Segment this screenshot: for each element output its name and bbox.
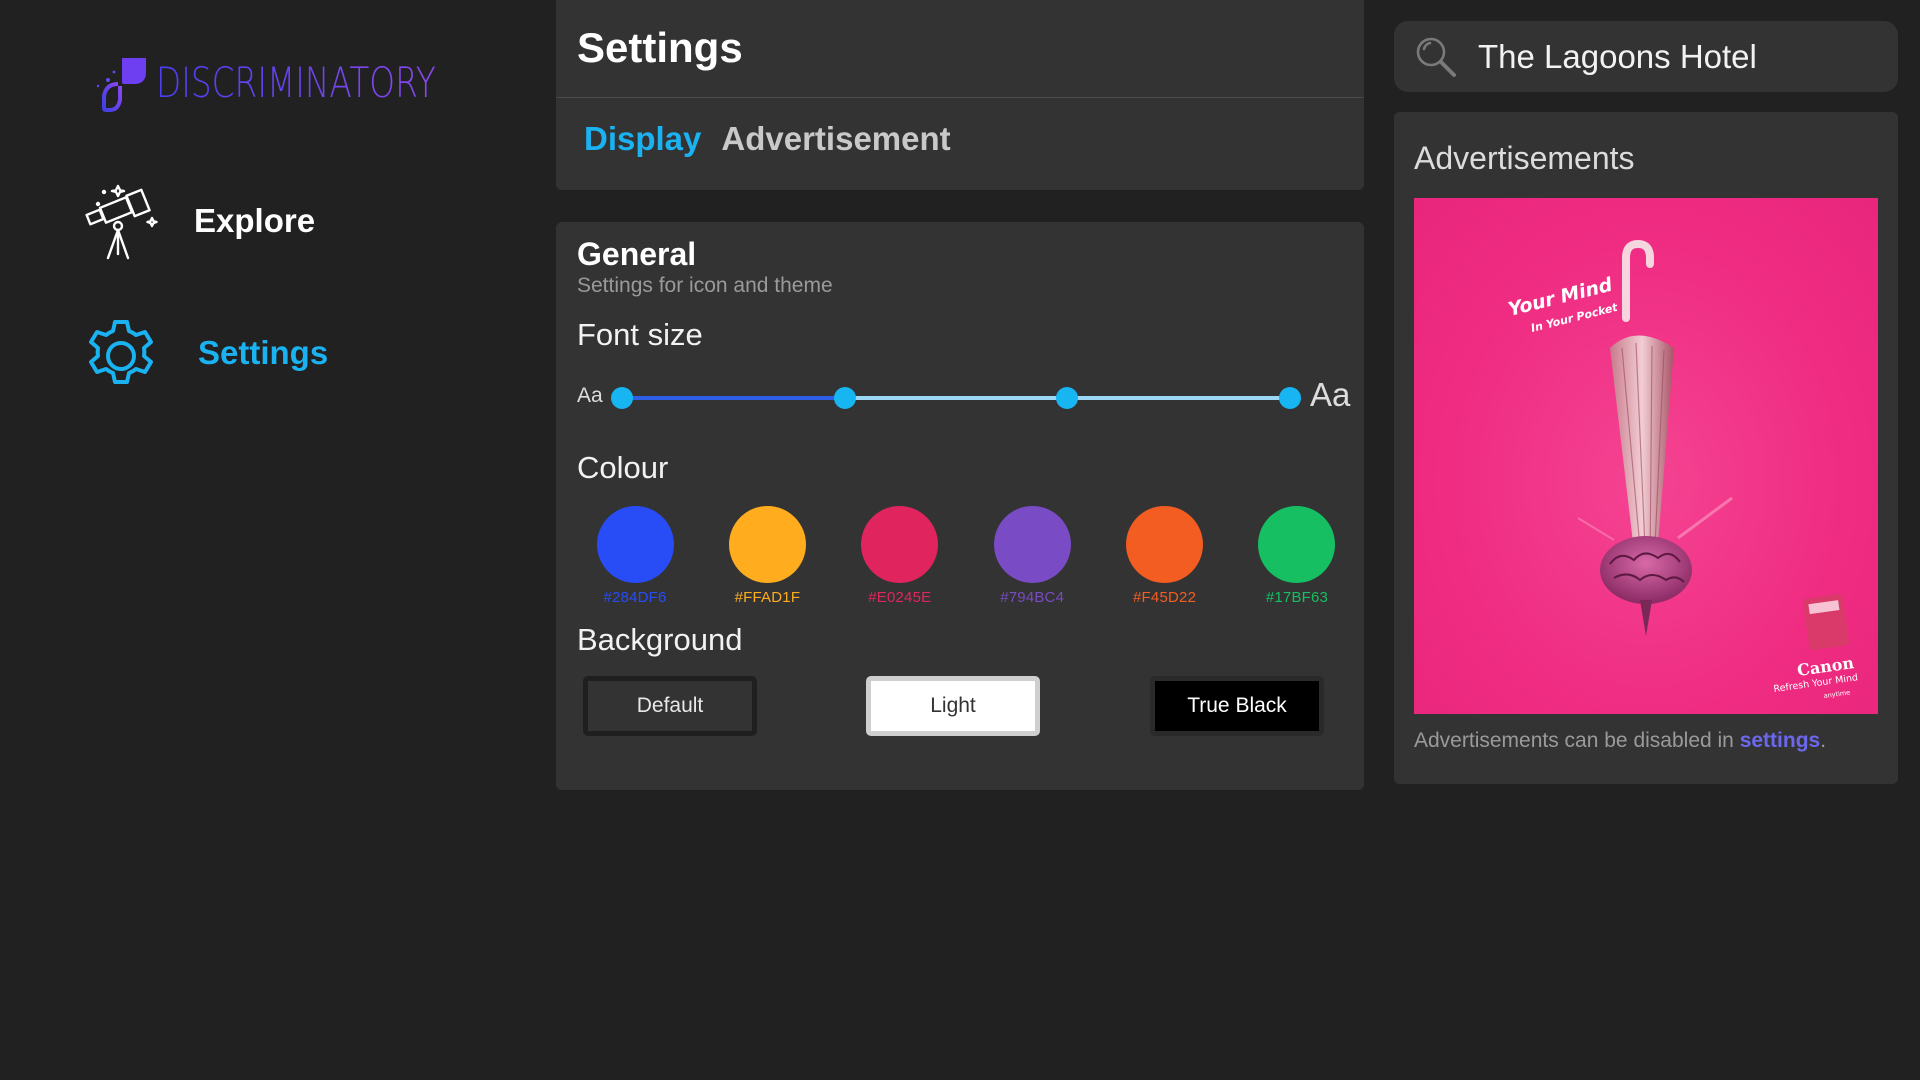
colour-swatch[interactable]: #17BF63 — [1258, 506, 1336, 606]
background-label: Background — [577, 622, 743, 657]
gear-icon — [89, 320, 153, 384]
colour-swatch[interactable]: #FFAD1F — [728, 506, 806, 606]
slider-fill — [622, 396, 845, 400]
brand[interactable]: DISCRIMINATORY — [88, 50, 515, 114]
font-size-stop[interactable] — [611, 387, 633, 409]
font-size-small-label: Aa — [577, 384, 603, 407]
settings-link[interactable]: settings — [1740, 729, 1821, 752]
ad-illustration: Your Mind In Your Pocket Canon Refresh Y… — [1506, 239, 1859, 700]
search-input[interactable]: The Lagoons Hotel — [1478, 38, 1757, 76]
colour-swatch-dot[interactable] — [1258, 506, 1336, 583]
settings-tabs: Display Advertisement — [584, 120, 971, 158]
colour-swatches: #284DF6 #FFAD1F #E0245E #794BC4 #F45D22 #17BF… — [596, 506, 1336, 606]
colour-swatch-dot[interactable] — [993, 506, 1071, 583]
tab-display[interactable]: Display — [584, 120, 701, 158]
colour-swatch-hex: #FFAD1F — [734, 589, 801, 606]
nav-label-explore: Explore — [194, 202, 316, 239]
colour-swatch-dot[interactable] — [596, 506, 674, 583]
colour-swatch[interactable]: #284DF6 — [596, 506, 674, 606]
ad-note-prefix: Advertisements can be disabled in — [1414, 729, 1740, 752]
nav-item-settings[interactable]: Settings — [78, 310, 328, 396]
tab-advertisement[interactable]: Advertisement — [721, 120, 950, 158]
background-light-button[interactable]: Light — [866, 676, 1040, 736]
colour-swatch[interactable]: #794BC4 — [993, 506, 1071, 606]
brand-logo-icon — [96, 58, 146, 112]
brand-name: DISCRIMINATORY — [156, 57, 436, 107]
background-default-button[interactable]: Default — [583, 676, 757, 736]
font-size-label: Font size — [577, 317, 703, 352]
colour-swatch[interactable]: #E0245E — [861, 506, 939, 606]
ad-tagline-2: anytime — [1823, 688, 1850, 700]
colour-swatch-hex: #794BC4 — [1000, 589, 1065, 606]
colour-swatch-dot[interactable] — [861, 506, 939, 583]
ad-note-suffix: . — [1820, 729, 1827, 752]
colour-swatch-hex: #E0245E — [868, 589, 932, 606]
nav-label-settings: Settings — [198, 334, 329, 371]
colour-swatch[interactable]: #F45D22 — [1126, 506, 1204, 606]
font-size-stop[interactable] — [1056, 387, 1079, 409]
settings-header: Settings Display Advertisement — [556, 0, 1364, 190]
search-bar[interactable]: The Lagoons Hotel — [1394, 21, 1898, 92]
colour-swatch-dot[interactable] — [1126, 506, 1204, 583]
header-divider — [556, 97, 1364, 98]
font-size-stop[interactable] — [833, 387, 856, 409]
colour-swatch-dot[interactable] — [728, 506, 806, 583]
colour-swatch-hex: #17BF63 — [1265, 589, 1329, 606]
colour-swatch-hex: #284DF6 — [603, 589, 667, 606]
font-size-slider[interactable] — [611, 387, 1301, 409]
ad-image[interactable]: Your Mind In Your Pocket Canon Refresh Y… — [1414, 198, 1878, 714]
background-true-black-button[interactable]: True Black — [1150, 676, 1324, 736]
colour-swatch-hex: #F45D22 — [1133, 589, 1197, 606]
font-size-stop[interactable] — [1279, 387, 1301, 409]
section-title: General — [577, 236, 697, 272]
ad-disable-note: Advertisements can be disabled in settin… — [1414, 729, 1826, 753]
font-size-large-label: Aa — [1310, 376, 1351, 413]
page-title: Settings — [577, 24, 743, 71]
general-settings-card: General Settings for icon and theme Font… — [556, 222, 1364, 790]
nav-item-explore[interactable]: Explore — [78, 178, 315, 264]
ads-title: Advertisements — [1414, 140, 1635, 176]
section-subtitle: Settings for icon and theme — [577, 274, 833, 297]
telescope-icon — [85, 184, 158, 260]
colour-label: Colour — [577, 450, 669, 485]
advertisements-card: Advertisements Your Mind In Your Pocket … — [1394, 112, 1898, 784]
search-icon — [1416, 37, 1456, 77]
